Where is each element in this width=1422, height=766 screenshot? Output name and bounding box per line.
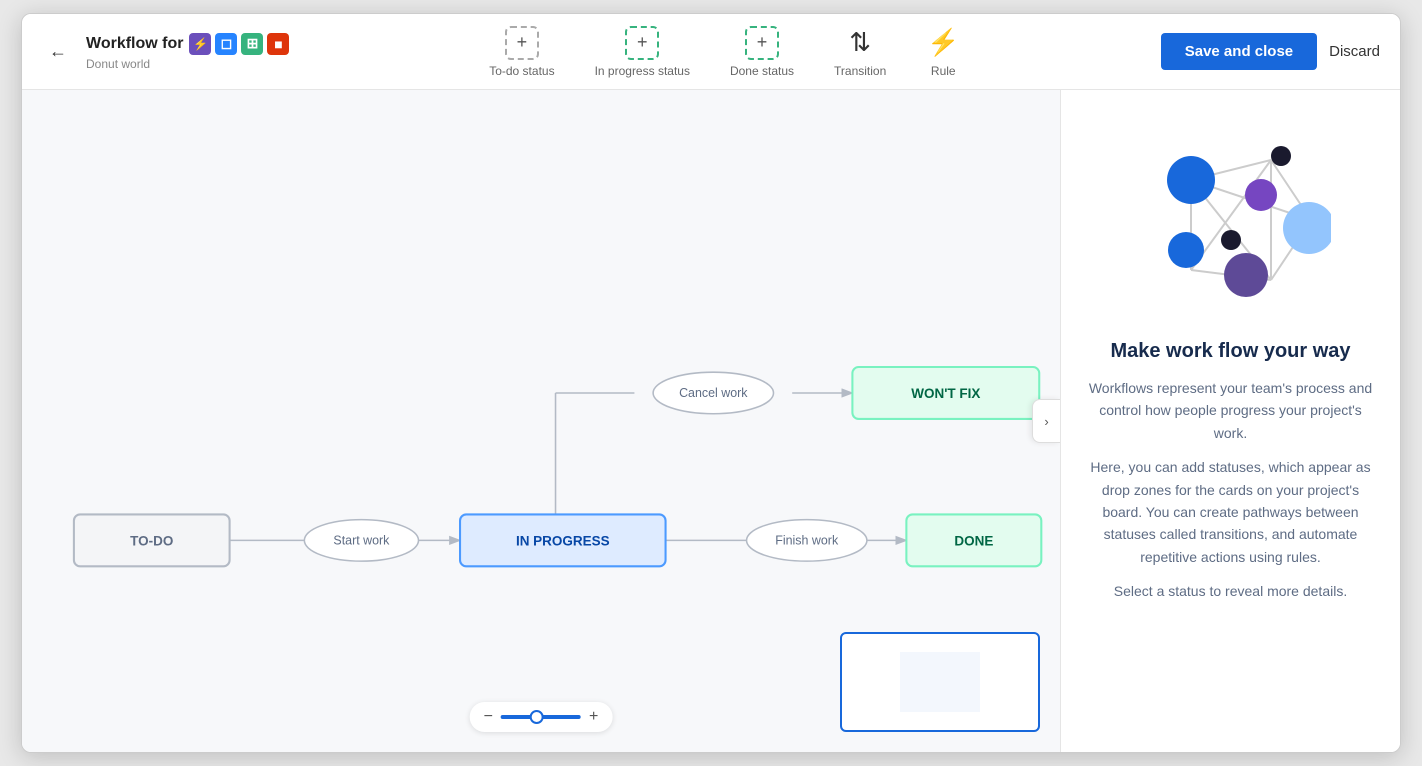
todo-label: TO-DO xyxy=(130,534,173,549)
cancel-work-label: Cancel work xyxy=(679,386,748,400)
tab-in-progress-status[interactable]: + In progress status xyxy=(595,26,690,78)
tab-done-status[interactable]: + Done status xyxy=(730,26,794,78)
header-left: ← Workflow for ⚡ ◻ ⊞ ■ Donut world xyxy=(42,33,289,71)
tab-rule-label: Rule xyxy=(931,64,956,78)
start-work-label: Start work xyxy=(333,534,390,548)
workflow-icons: ⚡ ◻ ⊞ ■ xyxy=(189,33,289,55)
right-panel: Make work flow your way Workflows repres… xyxy=(1060,90,1400,752)
header: ← Workflow for ⚡ ◻ ⊞ ■ Donut world + To-… xyxy=(22,14,1400,90)
panel-description-1: Workflows represent your team's process … xyxy=(1085,377,1376,444)
zoom-controls: − + xyxy=(470,702,613,732)
zoom-slider-thumb xyxy=(530,710,544,724)
wf-icon-3: ⊞ xyxy=(241,33,263,55)
tab-todo-label: To-do status xyxy=(489,64,554,78)
wf-icon-1: ⚡ xyxy=(189,33,211,55)
wf-icon-2: ◻ xyxy=(215,33,237,55)
in-progress-label: IN PROGRESS xyxy=(516,534,610,549)
wont-fix-label: WON'T FIX xyxy=(911,386,980,401)
minimap xyxy=(840,632,1040,732)
expand-panel-button[interactable]: › xyxy=(1032,399,1060,443)
workflow-title: Workflow for ⚡ ◻ ⊞ ■ xyxy=(86,33,289,55)
tab-rule[interactable]: ⚡ Rule xyxy=(926,26,960,78)
tab-transition-icon-btn[interactable]: ⇅ xyxy=(843,26,877,60)
back-button[interactable]: ← xyxy=(42,36,74,68)
header-actions: Save and close Discard xyxy=(1160,33,1380,70)
tab-todo-status[interactable]: + To-do status xyxy=(489,26,554,78)
toolbar-tabs: + To-do status + In progress status + Do… xyxy=(289,26,1160,78)
discard-button[interactable]: Discard xyxy=(1329,43,1380,60)
minimap-viewport xyxy=(900,652,980,712)
done-label: DONE xyxy=(954,534,993,549)
tab-todo-icon-btn[interactable]: + xyxy=(505,26,539,60)
panel-description-2: Here, you can add statuses, which appear… xyxy=(1085,456,1376,568)
app-window: ← Workflow for ⚡ ◻ ⊞ ■ Donut world + To-… xyxy=(21,13,1401,753)
tab-in-progress-icon-btn[interactable]: + xyxy=(625,26,659,60)
workflow-title-block: Workflow for ⚡ ◻ ⊞ ■ Donut world xyxy=(86,33,289,71)
finish-work-label: Finish work xyxy=(775,534,839,548)
tab-done-label: Done status xyxy=(730,64,794,78)
zoom-out-button[interactable]: − xyxy=(484,708,493,726)
zoom-slider[interactable] xyxy=(501,715,581,719)
tab-transition[interactable]: ⇅ Transition xyxy=(834,26,886,78)
graph-illustration xyxy=(1131,120,1331,320)
tab-transition-label: Transition xyxy=(834,64,886,78)
tab-rule-icon-btn[interactable]: ⚡ xyxy=(926,26,960,60)
panel-description-3: Select a status to reveal more details. xyxy=(1114,580,1347,602)
tab-in-progress-label: In progress status xyxy=(595,64,690,78)
save-close-button[interactable]: Save and close xyxy=(1161,33,1317,70)
workflow-title-text: Workflow for xyxy=(86,35,183,53)
zoom-in-button[interactable]: + xyxy=(589,708,598,726)
main-content: TO-DO Start work IN PROGRESS Finish work… xyxy=(22,90,1400,752)
workflow-subtitle: Donut world xyxy=(86,57,289,71)
panel-title: Make work flow your way xyxy=(1110,340,1350,363)
wf-icon-4: ■ xyxy=(267,33,289,55)
canvas-area[interactable]: TO-DO Start work IN PROGRESS Finish work… xyxy=(22,90,1060,752)
tab-done-icon-btn[interactable]: + xyxy=(745,26,779,60)
